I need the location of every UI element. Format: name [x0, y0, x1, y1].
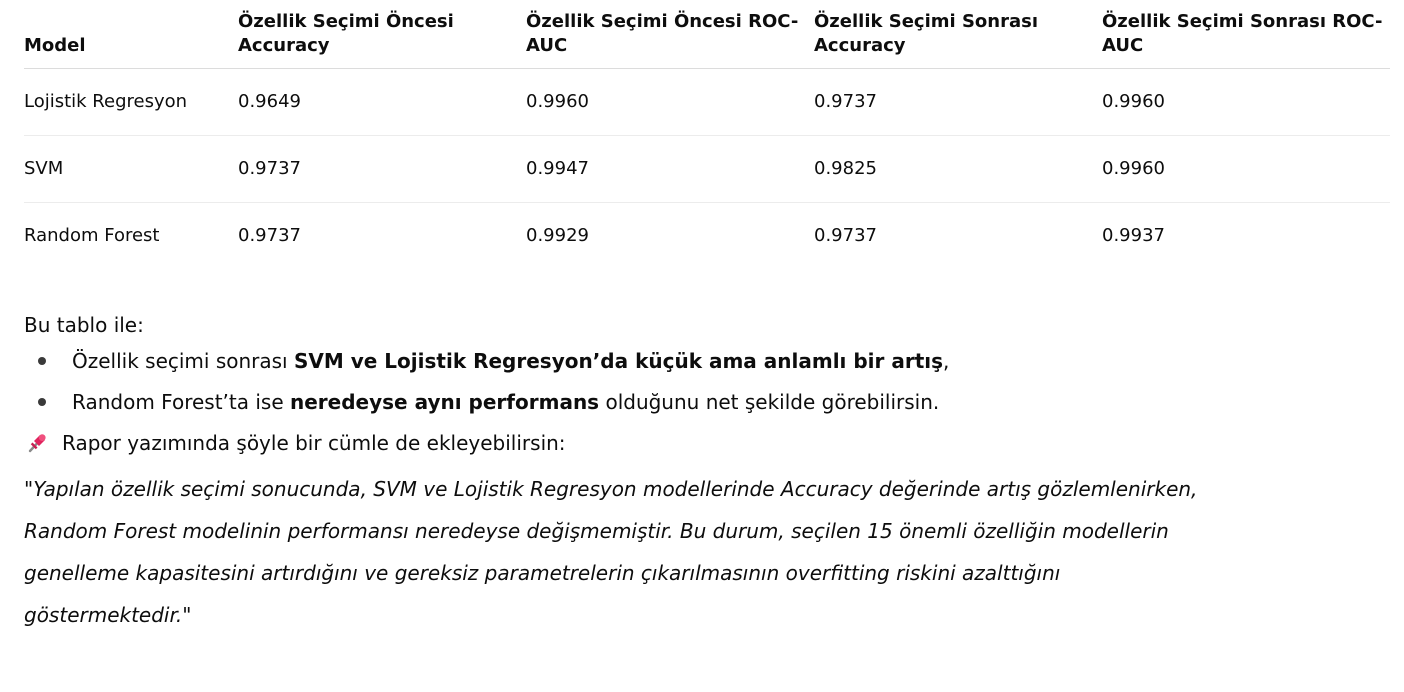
bullet-text-bold: SVM ve Lojistik Regresyon’da küçük ama a… [293, 349, 944, 373]
cell-value: 0.9929 [526, 225, 589, 246]
table-row: Random Forest 0.9737 0.9929 0.9737 0.993… [24, 203, 1390, 270]
header-post-accuracy: Özellik Seçimi Sonrası Accuracy [814, 10, 1102, 69]
cell-value: 0.9649 [238, 68, 526, 136]
cell-value: 0.9737 [238, 225, 301, 246]
list-item: Random Forest’ta ise neredeyse aynı perf… [24, 388, 1380, 416]
header-pre-roc-auc: Özellik Seçimi Öncesi ROC-AUC [526, 10, 814, 69]
cell-model: Random Forest [24, 225, 160, 246]
cell-value: 0.9960 [1102, 68, 1390, 136]
bullet-text-bold: neredeyse aynı performans [290, 390, 600, 414]
cell-value: 0.9737 [238, 135, 526, 203]
bullet-dot-icon [38, 398, 46, 406]
cell-value: 0.9960 [1102, 135, 1390, 203]
header-model: Model [24, 10, 238, 69]
intro-text: Bu tablo ile: [24, 313, 144, 337]
message-content: Model Özellik Seçimi Öncesi Accuracy Öze… [0, 10, 1404, 636]
cell-model: Lojistik Regresyon [24, 68, 238, 136]
bullet-text-pre: Random Forest’ta ise [72, 390, 290, 414]
report-note-text: Rapor yazımında şöyle bir cümle de ekley… [62, 431, 566, 455]
cell-value: 0.9737 [814, 68, 1102, 136]
pushpin-icon [28, 434, 46, 453]
bullet-text-post: , [943, 349, 950, 373]
cell-value: 0.9825 [814, 135, 1102, 203]
suggested-sentence: "Yapılan özellik seçimi sonucunda, SVM v… [24, 477, 1198, 627]
cell-value: 0.9947 [526, 135, 814, 203]
summary-list: Özellik seçimi sonrası SVM ve Lojistik R… [24, 347, 1380, 416]
bullet-text-post: olduğunu net şekilde görebilirsin. [599, 390, 940, 414]
results-table: Model Özellik Seçimi Öncesi Accuracy Öze… [24, 10, 1390, 269]
cell-value: 0.9737 [814, 225, 877, 246]
list-item: Özellik seçimi sonrası SVM ve Lojistik R… [24, 347, 1380, 375]
table-row: SVM 0.9737 0.9947 0.9825 0.9960 [24, 135, 1390, 203]
table-header-row: Model Özellik Seçimi Öncesi Accuracy Öze… [24, 10, 1390, 69]
header-pre-accuracy: Özellik Seçimi Öncesi Accuracy [238, 10, 526, 69]
report-note: Rapor yazımında şöyle bir cümle de ekley… [24, 429, 1380, 457]
table-row: Lojistik Regresyon 0.9649 0.9960 0.9737 … [24, 68, 1390, 136]
cell-value: 0.9960 [526, 68, 814, 136]
cell-value: 0.9937 [1102, 225, 1165, 246]
bullet-text-pre: Özellik seçimi sonrası [72, 349, 294, 373]
bullet-dot-icon [38, 357, 46, 365]
cell-model: SVM [24, 135, 238, 203]
header-post-roc-auc: Özellik Seçimi Sonrası ROC-AUC [1102, 10, 1390, 69]
